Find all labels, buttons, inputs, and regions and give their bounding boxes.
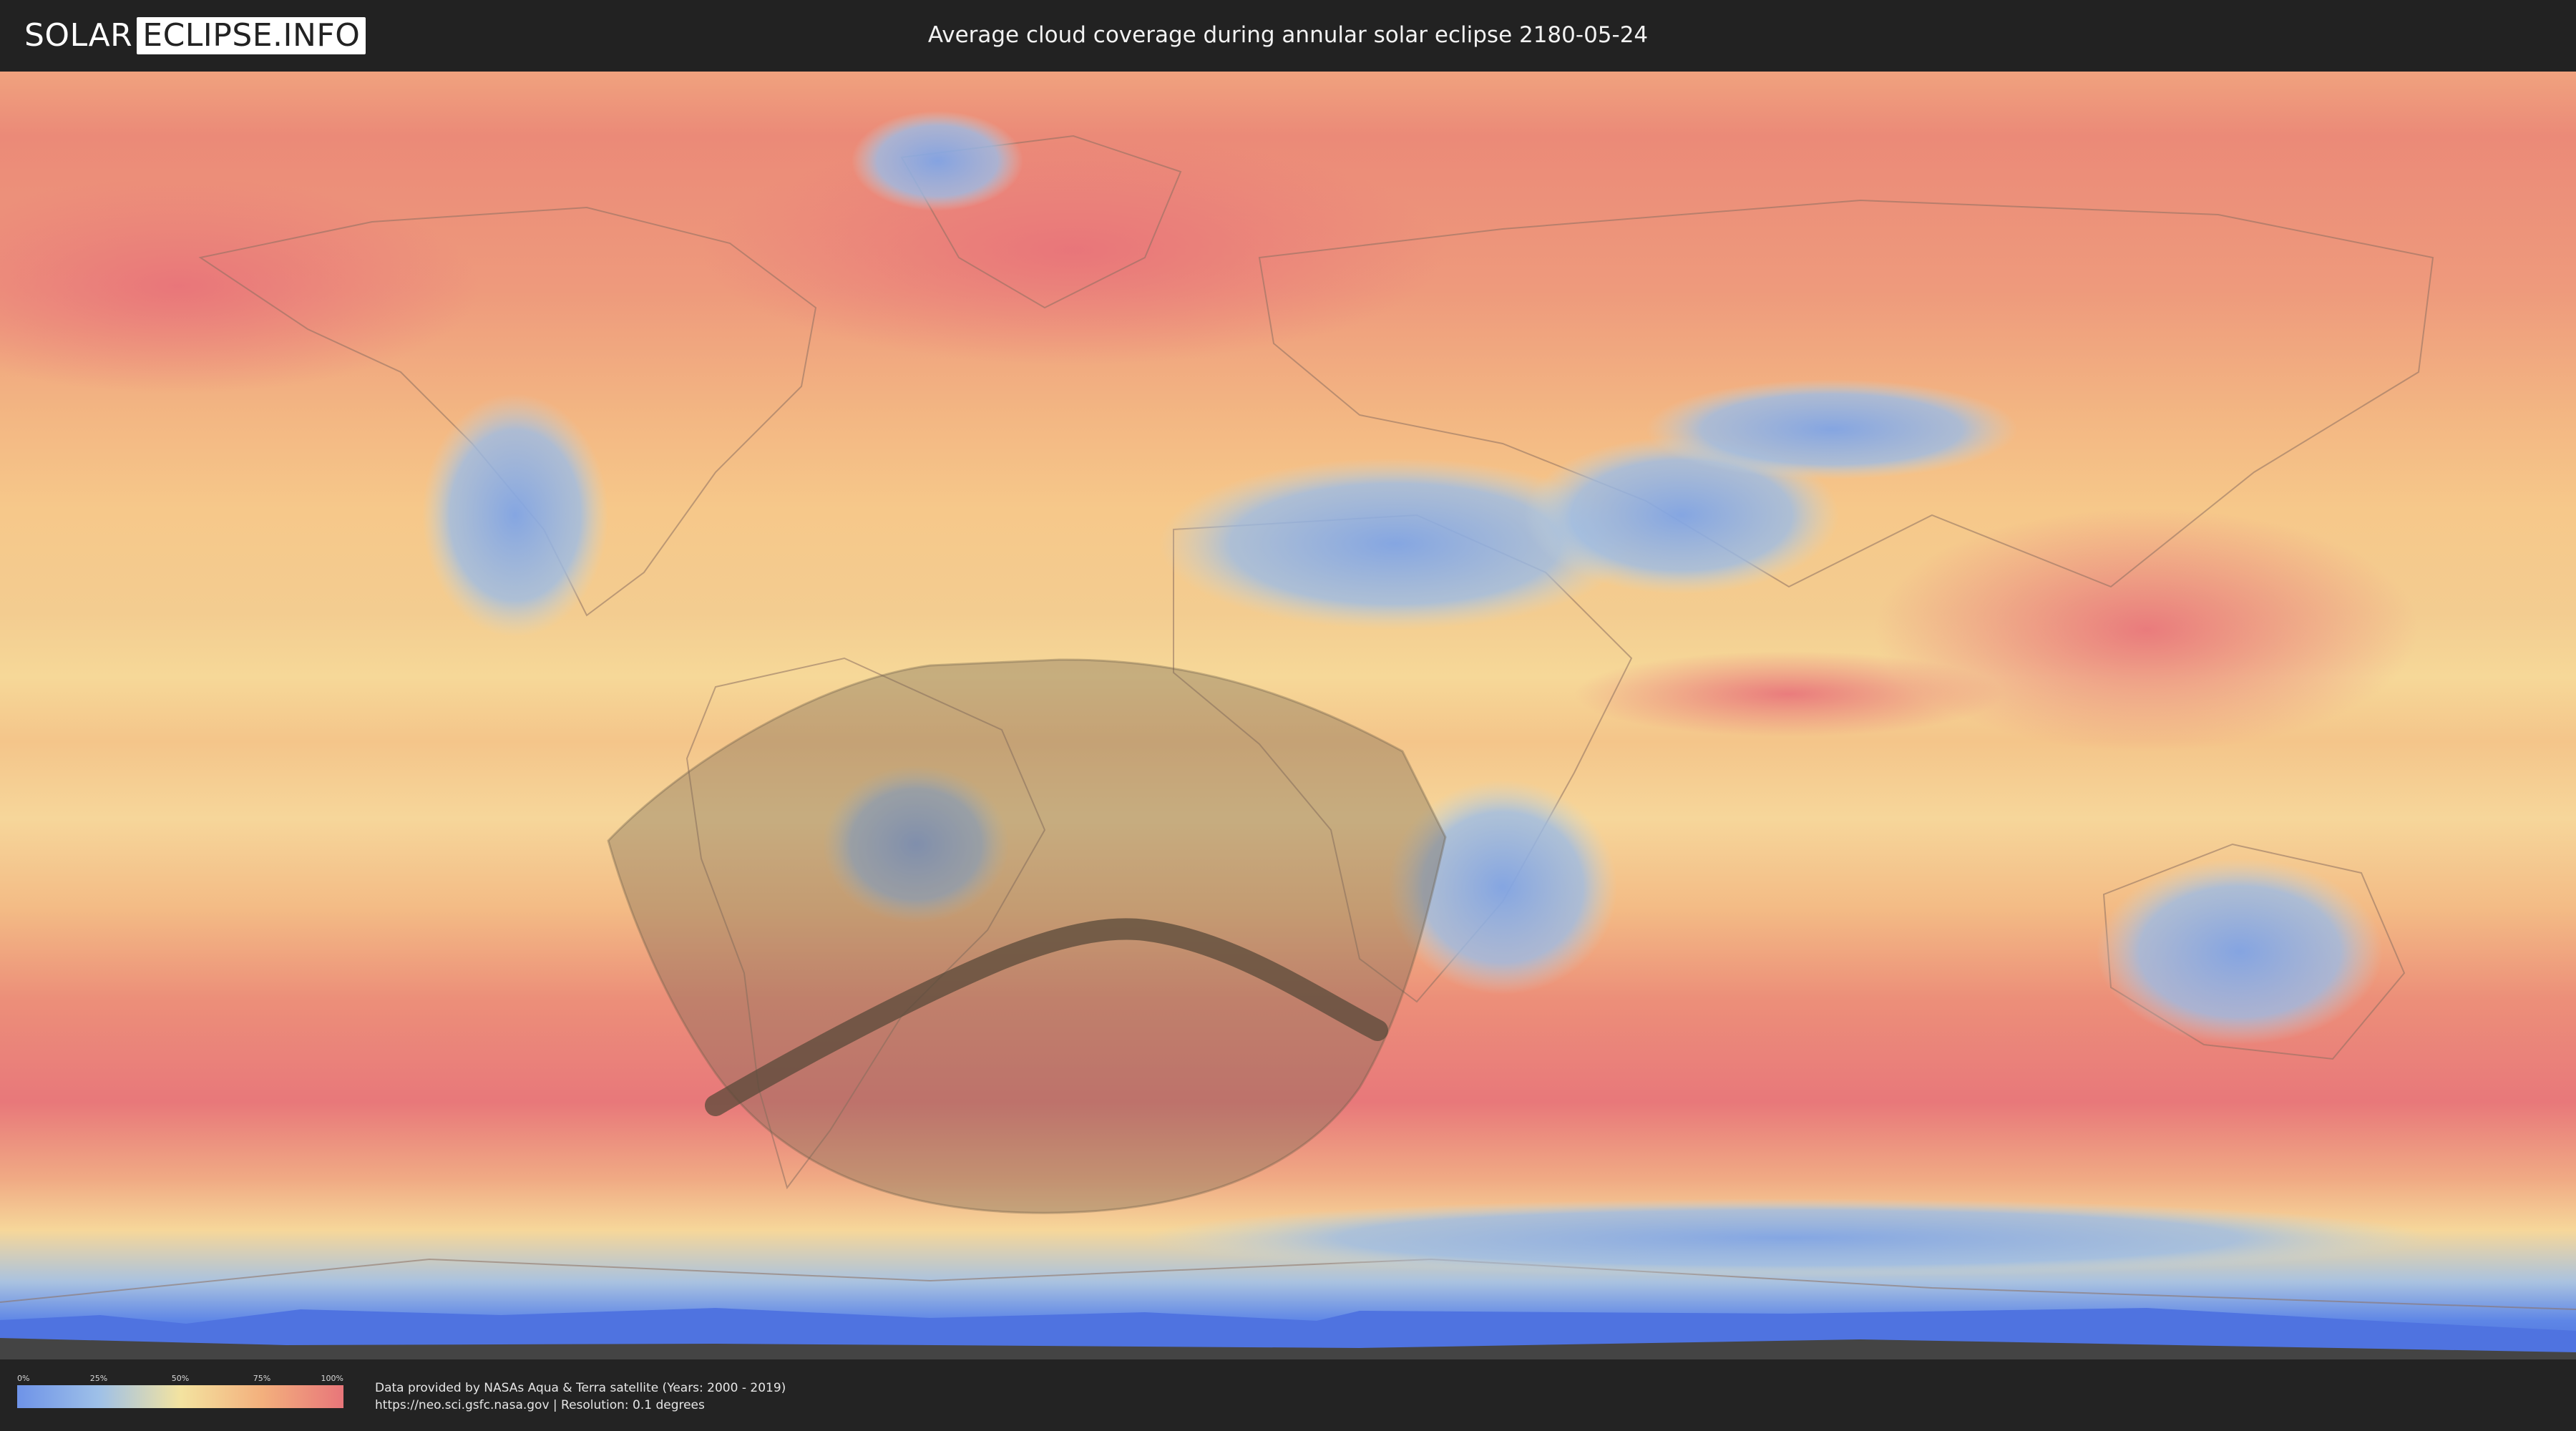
- page-title: Average cloud coverage during annular so…: [927, 22, 1649, 48]
- data-credits: Data provided by NASAs Aqua & Terra sate…: [375, 1379, 786, 1414]
- cloud-coverage-legend: 0% 25% 50% 75% 100%: [17, 1374, 343, 1408]
- legend-tick-25: 25%: [89, 1374, 108, 1383]
- cloud-coverage-map[interactable]: [0, 72, 2576, 1359]
- credit-line-url[interactable]: https://neo.sci.gsfc.nasa.gov | Resoluti…: [375, 1397, 786, 1414]
- footer-bar: 0% 25% 50% 75% 100% Data provided by NAS…: [0, 1359, 2576, 1431]
- world-map-svg: [0, 72, 2576, 1359]
- indian-ocean-cloud-band: [1574, 651, 2004, 737]
- greenland-clear-region: [852, 111, 1023, 211]
- antarctic-coast-clear-region: [1145, 1198, 2433, 1277]
- north-atlantic-cloud-band: [701, 136, 1445, 365]
- legend-tick-50: 50%: [171, 1374, 190, 1383]
- western-north-america-clear-region: [422, 394, 608, 637]
- legend-tick-100: 100%: [321, 1374, 343, 1383]
- legend-tick-75: 75%: [253, 1374, 271, 1383]
- legend-ticks: 0% 25% 50% 75% 100%: [17, 1374, 343, 1385]
- central-asia-clear-region: [1646, 379, 2018, 479]
- header-bar: SOLAR ECLIPSE.INFO Average cloud coverag…: [0, 0, 2576, 70]
- australia-clear-region: [2097, 859, 2383, 1045]
- credit-line-source: Data provided by NASAs Aqua & Terra sate…: [375, 1381, 786, 1395]
- legend-tick-0: 0%: [17, 1374, 30, 1383]
- legend-color-bar: [17, 1385, 343, 1408]
